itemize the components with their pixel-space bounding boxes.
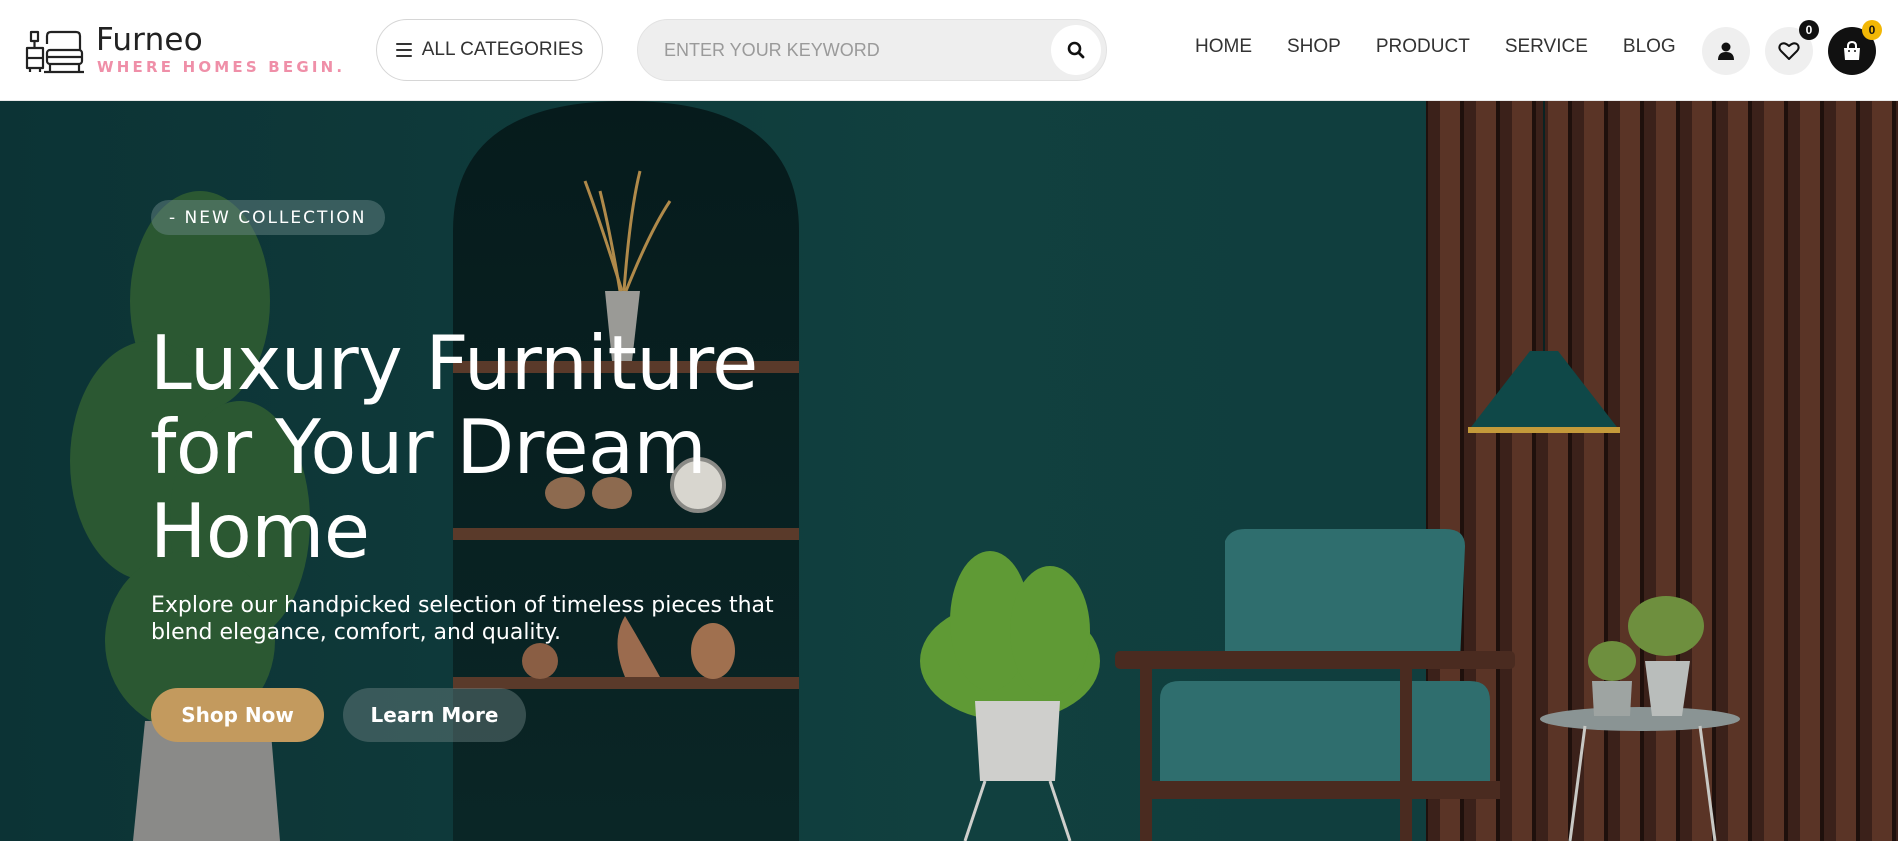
new-collection-tag: - NEW COLLECTION [151, 200, 385, 235]
search-bar [637, 19, 1107, 81]
hero-banner: - NEW COLLECTION Luxury Furniture for Yo… [0, 101, 1898, 841]
all-categories-button[interactable]: ALL CATEGORIES [376, 19, 603, 81]
site-header: Furneo WHERE HOMES BEGIN. ALL CATEGORIES… [0, 0, 1898, 101]
shop-now-button[interactable]: Shop Now [151, 688, 324, 742]
furniture-logo-icon [25, 30, 84, 74]
nav-home[interactable]: HOME [1195, 36, 1252, 58]
main-nav: HOME SHOP PRODUCT SERVICE BLOG [1195, 36, 1711, 58]
hamburger-menu-icon [395, 43, 412, 57]
account-button[interactable] [1702, 27, 1750, 75]
hero-title-line: Luxury Furniture [150, 319, 758, 407]
brand-logo[interactable]: Furneo WHERE HOMES BEGIN. [24, 22, 344, 78]
brand-name: Furneo [96, 22, 203, 58]
wishlist-count-badge: 0 [1799, 20, 1819, 40]
hero-subtitle: Explore our handpicked selection of time… [151, 593, 774, 645]
nav-blog[interactable]: BLOG [1623, 36, 1676, 58]
hero-title-line: Home [150, 487, 370, 575]
search-button[interactable] [1051, 25, 1101, 75]
search-icon [1067, 41, 1085, 59]
hero-title: Luxury Furniture for Your Dream Home [150, 321, 850, 573]
nav-shop[interactable]: SHOP [1287, 36, 1341, 58]
search-input[interactable] [664, 20, 1044, 80]
learn-more-button[interactable]: Learn More [343, 688, 526, 742]
hero-title-line: for Your Dream [150, 403, 707, 491]
nav-product[interactable]: PRODUCT [1376, 36, 1470, 58]
user-icon [1718, 42, 1734, 60]
nav-service[interactable]: SERVICE [1505, 36, 1588, 58]
brand-tagline: WHERE HOMES BEGIN. [97, 58, 346, 76]
cart-count-badge: 0 [1862, 20, 1882, 40]
shopping-bag-icon [1844, 40, 1860, 60]
heart-icon [1778, 42, 1800, 60]
all-categories-label: ALL CATEGORIES [421, 39, 584, 60]
